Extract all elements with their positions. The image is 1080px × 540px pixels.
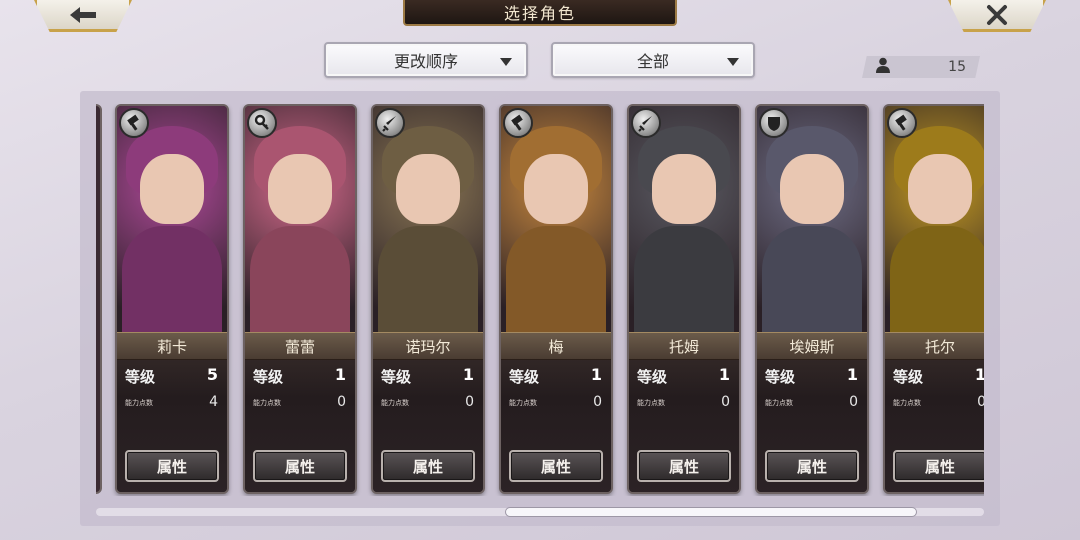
attributes-button[interactable]: 属性 [509, 450, 603, 482]
portrait-face [908, 154, 972, 224]
partial-card [96, 104, 102, 494]
character-name: 莉卡 [117, 332, 227, 360]
user-icon [876, 57, 890, 77]
attributes-button[interactable]: 属性 [893, 450, 984, 482]
level-value: 5 [206, 365, 218, 384]
back-arrow-icon [68, 5, 98, 25]
character-count-badge: 15 [862, 56, 980, 78]
chevron-down-icon [500, 58, 512, 66]
shield-icon [759, 108, 789, 138]
portrait-face [268, 154, 332, 224]
portrait-body [634, 226, 734, 336]
ability-points-value: 0 [977, 394, 984, 410]
filter-dropdown[interactable]: 全部 [551, 42, 755, 78]
attributes-button[interactable]: 属性 [765, 450, 859, 482]
character-name: 托尔 [885, 332, 984, 360]
hammer-icon [119, 108, 149, 138]
ability-points-label: 能力点数 [253, 399, 281, 407]
character-name: 托姆 [629, 332, 739, 360]
level-value: 1 [718, 365, 730, 384]
level-value: 1 [334, 365, 346, 384]
scrollbar-thumb[interactable] [505, 507, 917, 517]
page-title: 选择角色 [403, 0, 677, 26]
portrait-body [378, 226, 478, 336]
portrait-body [122, 226, 222, 336]
character-portrait [501, 106, 611, 336]
portrait-face [652, 154, 716, 224]
ability-points-label: 能力点数 [381, 399, 409, 407]
ability-points-value: 0 [849, 394, 858, 410]
ability-points-value: 0 [465, 394, 474, 410]
level-label: 等级 [509, 368, 540, 386]
character-card[interactable]: 诺玛尔 等级 1 能力点数 0 属性 [371, 104, 485, 494]
character-portrait [885, 106, 984, 336]
close-button[interactable] [948, 0, 1046, 32]
ability-points-label: 能力点数 [893, 399, 921, 407]
level-value: 1 [462, 365, 474, 384]
character-portrait [757, 106, 867, 336]
character-name: 诺玛尔 [373, 332, 483, 360]
portrait-body [762, 226, 862, 336]
level-label: 等级 [765, 368, 796, 386]
sword-icon [631, 108, 661, 138]
close-x-icon [986, 4, 1008, 26]
attributes-button[interactable]: 属性 [381, 450, 475, 482]
ability-points-label: 能力点数 [637, 399, 665, 407]
attributes-button[interactable]: 属性 [125, 450, 219, 482]
character-name: 蕾蕾 [245, 332, 355, 360]
character-card[interactable]: 托姆 等级 1 能力点数 0 属性 [627, 104, 741, 494]
ability-points-label: 能力点数 [509, 399, 537, 407]
ability-points-label: 能力点数 [125, 399, 153, 407]
character-portrait [245, 106, 355, 336]
level-label: 等级 [637, 368, 668, 386]
portrait-face [140, 154, 204, 224]
character-card[interactable]: 托尔 等级 1 能力点数 0 属性 [883, 104, 984, 494]
chevron-down-icon [727, 58, 739, 66]
ability-points-label: 能力点数 [765, 399, 793, 407]
character-card[interactable]: 梅 等级 1 能力点数 0 属性 [499, 104, 613, 494]
filter-label: 全部 [636, 52, 669, 71]
portrait-body [890, 226, 984, 336]
level-label: 等级 [125, 368, 156, 386]
hammer-icon [503, 108, 533, 138]
character-name: 梅 [501, 332, 611, 360]
level-value: 1 [975, 365, 984, 384]
back-button[interactable] [34, 0, 132, 32]
character-portrait [629, 106, 739, 336]
sort-order-dropdown[interactable]: 更改顺序 [324, 42, 528, 78]
character-card[interactable]: 埃姆斯 等级 1 能力点数 0 属性 [755, 104, 869, 494]
sort-order-label: 更改顺序 [393, 52, 458, 71]
character-count: 15 [948, 59, 966, 75]
portrait-face [396, 154, 460, 224]
portrait-face [780, 154, 844, 224]
level-label: 等级 [381, 368, 412, 386]
character-card-strip[interactable]: 莉卡 等级 5 能力点数 4 属性 蕾蕾 等级 1 能力点数 0 属性 诺玛尔 … [96, 104, 984, 496]
attributes-button[interactable]: 属性 [637, 450, 731, 482]
portrait-face [524, 154, 588, 224]
attributes-button[interactable]: 属性 [253, 450, 347, 482]
character-name: 埃姆斯 [757, 332, 867, 360]
level-label: 等级 [893, 368, 924, 386]
portrait-body [506, 226, 606, 336]
level-value: 1 [846, 365, 858, 384]
ability-points-value: 0 [337, 394, 346, 410]
portrait-body [250, 226, 350, 336]
level-value: 1 [590, 365, 602, 384]
level-label: 等级 [253, 368, 284, 386]
key-icon [247, 108, 277, 138]
sword-icon [375, 108, 405, 138]
hammer-icon [887, 108, 917, 138]
character-card[interactable]: 莉卡 等级 5 能力点数 4 属性 [115, 104, 229, 494]
ability-points-value: 0 [593, 394, 602, 410]
character-card[interactable]: 蕾蕾 等级 1 能力点数 0 属性 [243, 104, 357, 494]
ability-points-value: 0 [721, 394, 730, 410]
character-portrait [373, 106, 483, 336]
character-portrait [117, 106, 227, 336]
ability-points-value: 4 [209, 394, 218, 410]
